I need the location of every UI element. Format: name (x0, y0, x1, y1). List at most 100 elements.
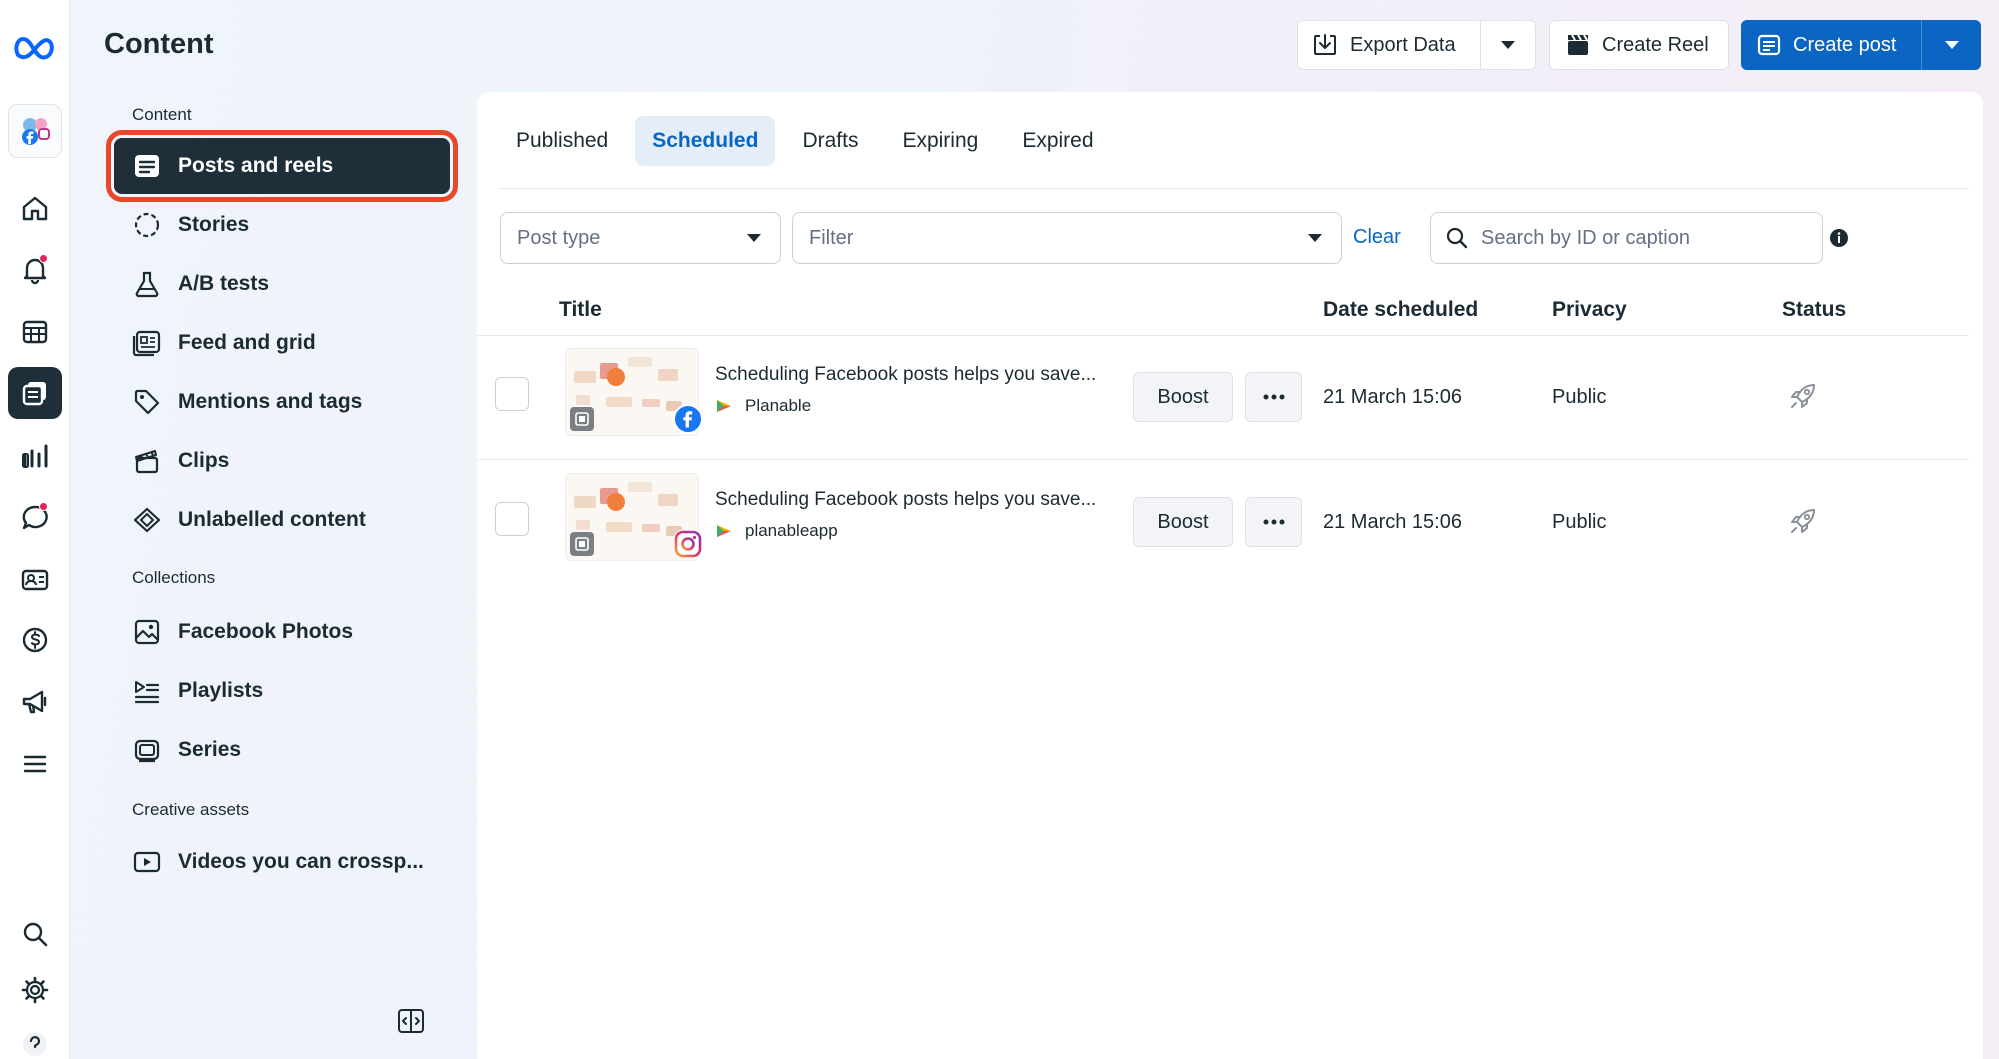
tab-published[interactable]: Published (499, 116, 625, 166)
sidebar-item-unlabelled-content[interactable]: Unlabelled content (114, 492, 450, 548)
sidebar-item-facebook-photos[interactable]: Facebook Photos (114, 604, 450, 660)
tag-icon (132, 387, 162, 417)
posts-icon (132, 151, 162, 181)
home-icon[interactable] (8, 182, 62, 234)
tab-drafts[interactable]: Drafts (785, 116, 875, 166)
search-box (1430, 212, 1823, 264)
sidebar-item-label: Facebook Photos (178, 620, 354, 643)
post-source: Planable (715, 396, 811, 416)
clear-filters-link[interactable]: Clear (1353, 226, 1401, 249)
column-header-privacy: Privacy (1552, 298, 1627, 321)
page-title: Content (104, 28, 214, 60)
post-title[interactable]: Scheduling Facebook posts helps you save… (715, 489, 1125, 511)
series-icon (132, 735, 162, 765)
scheduled-rocket-icon (1787, 380, 1819, 412)
status-tabs: Published Scheduled Drafts Expiring Expi… (499, 116, 1111, 166)
ads-megaphone-icon[interactable] (8, 676, 62, 728)
sidebar-item-playlists[interactable]: Playlists (114, 663, 450, 719)
profile-card-icon[interactable] (8, 554, 62, 606)
more-options-button[interactable] (1245, 372, 1302, 422)
sidebar-item-crosspost-videos[interactable]: Videos you can crossp... (114, 834, 450, 890)
post-type-select[interactable]: Post type (500, 212, 781, 264)
header-divider (477, 335, 1969, 336)
multi-image-icon (570, 407, 594, 431)
sidebar-section-collections: Collections (132, 568, 216, 587)
export-data-button[interactable]: Export Data (1298, 21, 1481, 69)
ellipsis-icon (1263, 519, 1285, 525)
post-title[interactable]: Scheduling Facebook posts helps you save… (715, 364, 1125, 386)
sidebar-item-label: Clips (178, 449, 230, 472)
create-reel-button[interactable]: Create Reel (1549, 20, 1729, 70)
boost-button[interactable]: Boost (1133, 372, 1233, 422)
collapse-sidebar-icon[interactable] (396, 1006, 426, 1036)
filter-select[interactable]: Filter (792, 212, 1342, 264)
sidebar-item-label: Videos you can crossp... (178, 850, 424, 873)
tab-scheduled[interactable]: Scheduled (635, 116, 776, 166)
post-source-name: Planable (745, 396, 812, 415)
create-post-button[interactable]: Create post (1741, 20, 1922, 70)
sidebar-item-label: Playlists (178, 679, 264, 702)
content-panel: Published Scheduled Drafts Expiring Expi… (477, 92, 1983, 1059)
notifications-icon[interactable] (8, 244, 62, 296)
inbox-dot (39, 502, 48, 511)
boost-button[interactable]: Boost (1133, 497, 1233, 547)
row-divider (477, 459, 1969, 460)
row-checkbox[interactable] (495, 377, 529, 411)
date-scheduled: 21 March 15:06 (1323, 386, 1462, 408)
settings-gear-icon[interactable] (8, 964, 62, 1016)
flask-icon (132, 269, 162, 299)
date-scheduled: 21 March 15:06 (1323, 511, 1462, 533)
search-icon[interactable] (8, 908, 62, 960)
caret-down-icon (1307, 233, 1323, 243)
sidebar-item-clips[interactable]: Clips (114, 433, 450, 489)
table-row[interactable]: Scheduling Facebook posts helps you save… (477, 342, 1969, 464)
sidebar-item-mentions-and-tags[interactable]: Mentions and tags (114, 374, 450, 430)
privacy-value: Public (1552, 511, 1607, 533)
inbox-icon[interactable] (8, 492, 62, 544)
photo-icon (132, 617, 162, 647)
menu-icon[interactable] (8, 738, 62, 790)
info-icon[interactable] (1829, 228, 1849, 248)
sidebar-item-feed-and-grid[interactable]: Feed and grid (114, 315, 450, 371)
tab-expired[interactable]: Expired (1005, 116, 1110, 166)
monetization-icon[interactable] (8, 614, 62, 666)
create-reel-label: Create Reel (1602, 33, 1709, 56)
planner-icon[interactable] (8, 306, 62, 358)
insights-icon[interactable] (8, 430, 62, 482)
table-row[interactable]: Scheduling Facebook posts helps you save… (477, 467, 1969, 589)
meta-logo-icon[interactable] (8, 22, 62, 74)
video-icon (132, 847, 162, 877)
post-type-placeholder: Post type (517, 226, 601, 249)
export-dropdown-button[interactable] (1481, 21, 1535, 69)
row-checkbox[interactable] (495, 502, 529, 536)
export-data-label: Export Data (1350, 33, 1456, 56)
search-input[interactable] (1481, 226, 1811, 250)
account-avatar[interactable] (8, 104, 62, 158)
clapper-icon (132, 446, 162, 476)
help-icon[interactable] (8, 1018, 62, 1059)
create-post-button-group: Create post (1741, 20, 1981, 70)
create-post-dropdown-button[interactable] (1922, 20, 1981, 70)
content-icon[interactable] (8, 367, 62, 419)
more-options-button[interactable] (1245, 497, 1302, 547)
export-data-button-group: Export Data (1297, 20, 1536, 70)
unlabelled-icon (132, 505, 162, 535)
privacy-value: Public (1552, 386, 1607, 408)
filter-placeholder: Filter (809, 226, 854, 249)
planable-logo-icon (715, 398, 733, 414)
tab-expiring[interactable]: Expiring (885, 116, 995, 166)
sidebar-item-posts-and-reels[interactable]: Posts and reels (106, 130, 458, 202)
clapperboard-icon (1566, 33, 1590, 57)
search-icon (1445, 226, 1469, 250)
column-header-date[interactable]: Date scheduled (1323, 298, 1478, 322)
playlist-icon (132, 676, 162, 706)
sidebar-item-ab-tests[interactable]: A/B tests (114, 256, 450, 312)
create-post-label: Create post (1793, 33, 1897, 56)
global-nav-rail (0, 0, 70, 1059)
caret-down-icon (1944, 40, 1960, 50)
sidebar-item-label: Feed and grid (178, 331, 316, 354)
post-icon (1757, 33, 1781, 57)
sidebar-item-series[interactable]: Series (114, 722, 450, 778)
instagram-icon (673, 529, 703, 559)
sidebar-item-stories[interactable]: Stories (114, 197, 450, 253)
